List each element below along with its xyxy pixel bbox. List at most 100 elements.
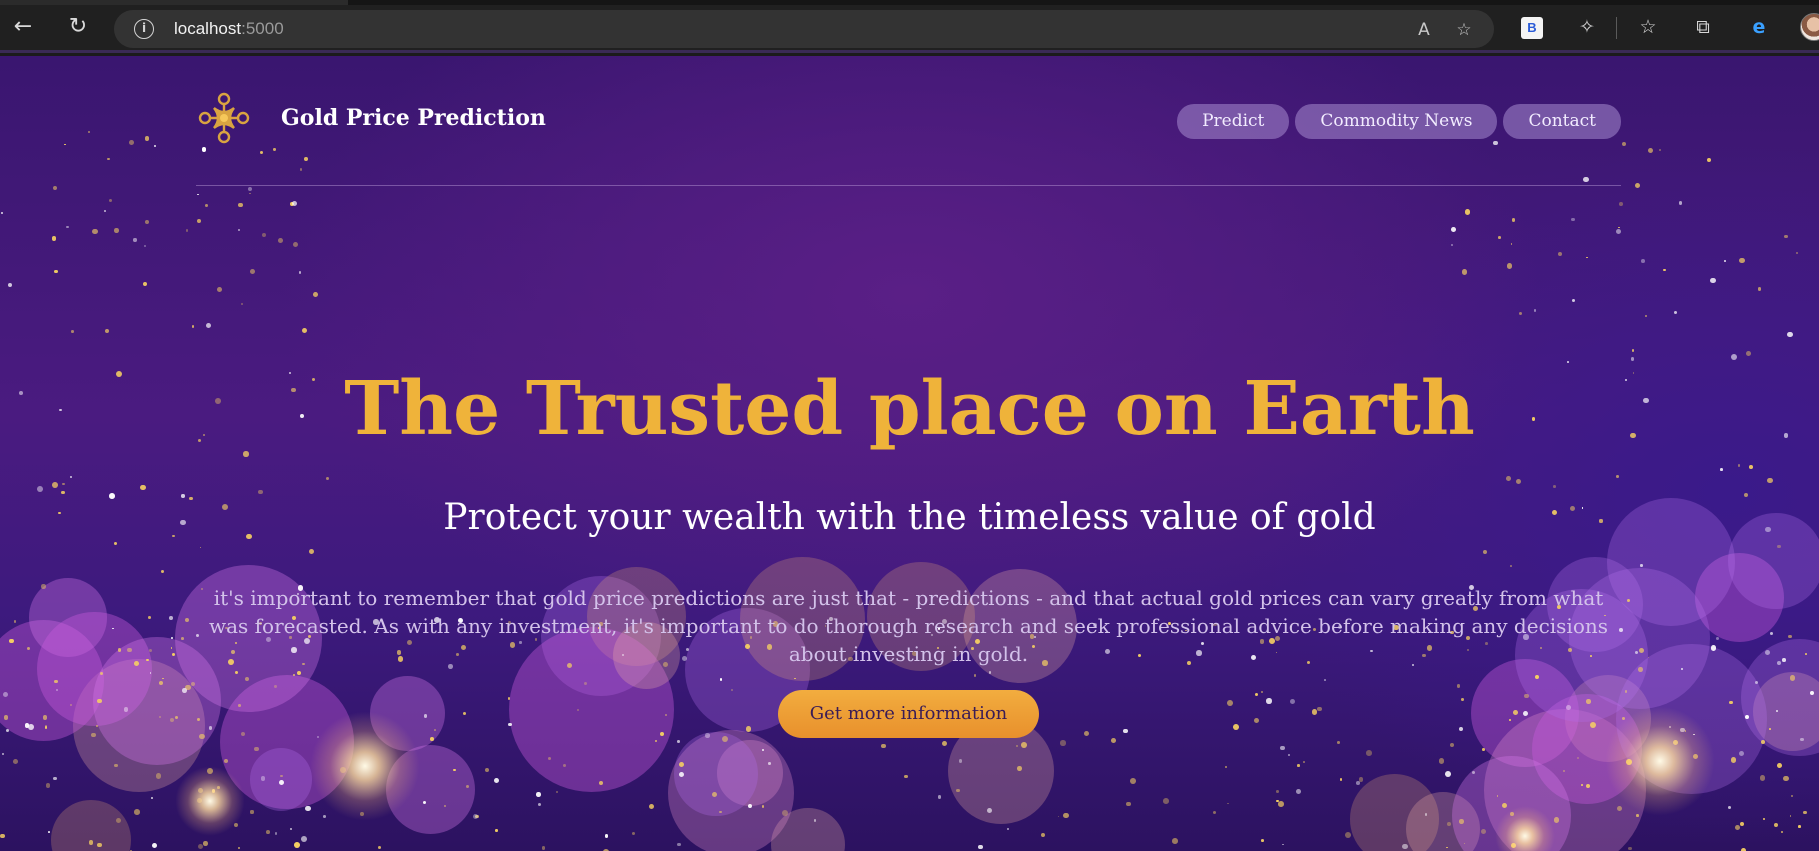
toolbar-divider — [1616, 17, 1617, 39]
get-more-info-button[interactable]: Get more information — [778, 690, 1039, 738]
glitter-dot — [5, 728, 9, 732]
glitter-dot — [293, 841, 300, 848]
glitter-dot — [1302, 761, 1305, 764]
light-flare — [175, 766, 245, 836]
glitter-dot — [152, 843, 158, 849]
glitter-dot — [99, 671, 103, 675]
glitter-dot — [1266, 698, 1272, 704]
nav-commodity-news[interactable]: Commodity News — [1295, 104, 1498, 139]
glitter-dot — [1553, 817, 1560, 823]
glitter-dot — [1213, 811, 1217, 815]
glitter-dot — [1260, 690, 1263, 693]
glitter-dot — [301, 328, 307, 334]
glitter-dot — [13, 758, 19, 764]
glitter-dot — [53, 269, 58, 274]
url-port: :5000 — [241, 19, 284, 38]
glitter-dot — [203, 841, 208, 846]
tab-strip-bar — [348, 0, 1819, 5]
glitter-dot — [274, 832, 278, 835]
glitter-dot — [782, 809, 789, 816]
glitter-dot — [1534, 309, 1537, 312]
glitter-dot — [1510, 243, 1513, 245]
refresh-icon[interactable]: ↻ — [63, 12, 93, 42]
nav-contact[interactable]: Contact — [1503, 104, 1621, 139]
edge-icon[interactable]: e — [1746, 14, 1772, 40]
glitter-dot — [216, 287, 222, 292]
glitter-dot — [794, 677, 796, 680]
nav-predict[interactable]: Predict — [1177, 104, 1290, 139]
glitter-dot — [1720, 468, 1723, 472]
bing-icon[interactable]: B — [1521, 17, 1543, 39]
glitter-dot — [153, 144, 156, 148]
glitter-dot — [14, 620, 17, 623]
glitter-dot — [1041, 833, 1046, 838]
glitter-dot — [129, 140, 134, 146]
glitter-dot — [1723, 260, 1726, 262]
glitter-dot — [1366, 749, 1372, 756]
glitter-dot — [677, 740, 680, 744]
glitter-dot — [279, 779, 285, 785]
site-brand[interactable]: Gold Price Prediction — [281, 105, 546, 131]
glitter-dot — [1749, 464, 1754, 469]
glitter-dot — [1359, 777, 1364, 782]
glitter-dot — [1523, 710, 1529, 716]
glitter-dot — [973, 674, 976, 677]
info-icon[interactable]: i — [134, 19, 154, 39]
glitter-dot — [1787, 331, 1793, 338]
glitter-dot — [184, 617, 189, 622]
glitter-dot — [144, 245, 147, 248]
glitter-dot — [250, 268, 256, 274]
glitter-dot — [1402, 843, 1408, 850]
glitter-dot — [240, 302, 243, 305]
glitter-dot — [1777, 762, 1783, 768]
back-arrow-icon[interactable]: ← — [8, 12, 38, 42]
glitter-dot — [1261, 839, 1265, 842]
glitter-dot — [937, 795, 941, 799]
add-favorite-icon[interactable]: ☆ — [1452, 18, 1476, 42]
glitter-dot — [1727, 806, 1731, 810]
collections-icon[interactable]: ⧉ — [1690, 14, 1716, 40]
glitter-dot — [1276, 789, 1280, 793]
glitter-dot — [113, 542, 117, 546]
glitter-dot — [191, 325, 194, 328]
glitter-dot — [248, 186, 253, 191]
glitter-dot — [53, 776, 58, 781]
address-bar[interactable]: i localhost:5000 A ☆ — [114, 10, 1494, 48]
glitter-dot — [941, 741, 947, 747]
glitter-dot — [1278, 801, 1284, 807]
glitter-dot — [69, 475, 72, 478]
glitter-dot — [1317, 706, 1322, 712]
glitter-dot — [1060, 740, 1066, 746]
glitter-dot — [1571, 299, 1575, 303]
glitter-dot — [1553, 485, 1557, 489]
glitter-dot — [1710, 277, 1716, 284]
glitter-dot — [576, 708, 579, 711]
read-aloud-icon[interactable]: A — [1412, 18, 1436, 42]
favorites-icon[interactable]: ☆ — [1635, 14, 1661, 40]
glitter-dot — [1253, 718, 1259, 724]
glitter-dot — [1565, 705, 1571, 711]
glitter-dot — [1498, 236, 1502, 240]
glitter-dot — [56, 689, 59, 691]
glitter-dot — [1501, 803, 1507, 809]
glitter-dot — [1021, 742, 1027, 749]
glitter-dot — [237, 228, 240, 231]
glitter-dot — [1, 752, 4, 755]
glitter-dot — [7, 282, 12, 287]
glitter-dot — [198, 733, 205, 740]
glitter-dot — [1123, 728, 1129, 734]
gold-logo-icon[interactable] — [196, 90, 252, 146]
glitter-dot — [1015, 744, 1018, 747]
extensions-icon[interactable]: ✧ — [1574, 14, 1600, 40]
glitter-dot — [1788, 635, 1792, 639]
address-url[interactable]: localhost:5000 — [174, 19, 284, 39]
glitter-dot — [266, 829, 271, 834]
glitter-dot — [1471, 771, 1475, 775]
glitter-dot — [1290, 699, 1295, 705]
glitter-dot — [1506, 476, 1511, 481]
browser-toolbar: ← ↻ i localhost:5000 A ☆ B ✧ ☆ ⧉ e — [0, 0, 1819, 53]
glitter-dot — [1482, 550, 1488, 555]
profile-avatar[interactable] — [1800, 13, 1819, 41]
glitter-dot — [1557, 252, 1562, 257]
glitter-dot — [761, 805, 765, 808]
